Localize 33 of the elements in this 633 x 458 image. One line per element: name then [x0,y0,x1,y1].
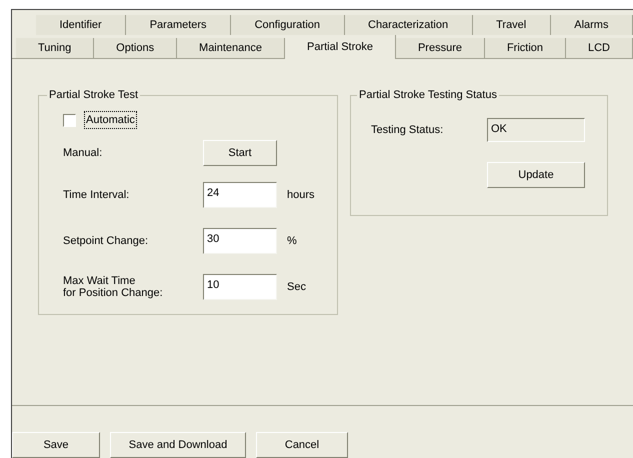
dialog-button[interactable]: Save and Download [110,432,246,458]
tab[interactable]: Alarms [550,15,633,35]
dialog-button[interactable]: Cancel [256,432,348,458]
tab[interactable]: Characterization [344,15,473,35]
unit-label: hours [287,188,315,203]
status-field: OK [487,118,585,142]
field-label: Max Wait Time for Position Change: [63,275,164,299]
tab[interactable]: Configuration [231,15,344,35]
tab[interactable]: Identifier [36,15,126,35]
field-label: Testing Status: [371,122,444,138]
tab[interactable]: Pressure [396,38,485,58]
checkbox-label[interactable]: Automatic [84,110,137,130]
tab[interactable]: Friction [484,38,566,58]
tab[interactable]: Travel [472,15,551,35]
tab[interactable]: Tuning [16,38,94,58]
dialog-button[interactable]: Save [12,432,100,458]
tab[interactable]: LCD [566,38,633,58]
group-title: Partial Stroke Testing Status [357,88,499,102]
unit-label: Sec [287,280,306,295]
checkbox[interactable] [63,114,76,126]
update-button[interactable]: Update [487,162,585,188]
tab[interactable]: Maintenance [177,38,286,58]
field-label: Time Interval: [63,189,130,201]
tab[interactable]: Partial Stroke [285,35,396,59]
start-button[interactable]: Start [203,140,277,166]
tab[interactable]: Parameters [126,15,232,35]
input-field[interactable]: 24 [203,182,277,208]
unit-label: % [287,234,297,249]
input-field[interactable]: 30 [203,228,277,254]
tab[interactable]: Options [94,38,178,58]
input-field[interactable]: 10 [203,274,277,300]
field-label: Manual: [63,146,104,161]
field-label: Setpoint Change: [63,235,150,247]
